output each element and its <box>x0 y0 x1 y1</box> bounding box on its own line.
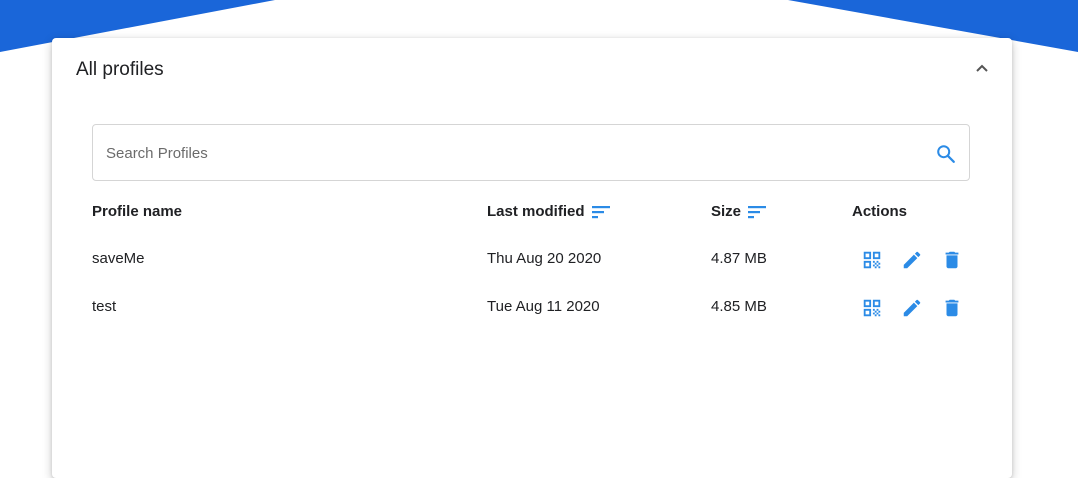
column-header-actions: Actions <box>852 203 907 220</box>
chevron-up-icon <box>976 64 988 72</box>
qr-code-icon[interactable] <box>861 297 883 319</box>
panel-title: All profiles <box>76 59 164 80</box>
last-modified-cell: Tue Aug 11 2020 <box>487 298 600 315</box>
profile-name-cell: saveMe <box>92 250 145 267</box>
edit-icon[interactable] <box>901 249 923 271</box>
sort-icon[interactable] <box>591 204 611 220</box>
sort-icon[interactable] <box>747 204 767 220</box>
qr-code-icon[interactable] <box>861 249 883 271</box>
size-cell: 4.87 MB <box>711 250 767 267</box>
edit-icon[interactable] <box>901 297 923 319</box>
column-header-label: Size <box>711 203 742 220</box>
profiles-panel: All profiles Profile name Last modified … <box>52 38 1012 478</box>
column-header-label: Profile name <box>92 203 183 220</box>
column-header-label: Last modified <box>487 203 585 220</box>
delete-icon[interactable] <box>941 297 963 319</box>
column-header-profile-name: Profile name <box>92 203 182 220</box>
size-cell: 4.85 MB <box>711 298 767 315</box>
search-input[interactable] <box>104 125 908 182</box>
profile-name-cell: test <box>92 298 117 315</box>
column-header-last-modified[interactable]: Last modified <box>487 203 611 220</box>
search-icon[interactable] <box>935 143 957 165</box>
column-header-label: Actions <box>852 203 908 220</box>
last-modified-cell: Thu Aug 20 2020 <box>487 250 602 267</box>
collapse-button[interactable] <box>970 58 994 78</box>
delete-icon[interactable] <box>941 249 963 271</box>
search-field <box>92 124 970 182</box>
column-header-size[interactable]: Size <box>711 203 767 220</box>
